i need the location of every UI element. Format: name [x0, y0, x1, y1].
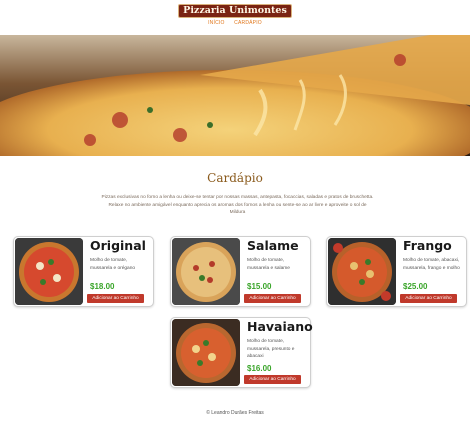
- menu-title: Cardápio: [207, 171, 263, 185]
- pizza-name: Original: [90, 238, 146, 253]
- add-to-cart-button[interactable]: Adicionar ao Carrinho: [87, 294, 144, 303]
- pizza-image: [328, 238, 396, 305]
- menu-card: Frango Molho de tomate, abacaxi, mussare…: [326, 236, 467, 307]
- nav-cardapio[interactable]: CARDÁPIO: [234, 20, 262, 26]
- menu-card: Salame Molho de tomate, mussarela e sala…: [170, 236, 311, 307]
- add-to-cart-button[interactable]: Adicionar ao Carrinho: [244, 294, 301, 303]
- hero-image: [0, 35, 470, 156]
- pizza-description: Molho de tomate, abacaxi, mussarela, fra…: [403, 258, 460, 271]
- pizza-image: [172, 319, 240, 386]
- add-to-cart-button[interactable]: Adicionar ao Carrinho: [400, 294, 457, 303]
- pizza-price: $18.00: [90, 282, 115, 291]
- pizza-name: Frango: [403, 238, 452, 253]
- menu-card: Original Molho de tomate, mussarela e or…: [13, 236, 154, 307]
- pizza-description: Molho de tomate, mussarela, presunto e a…: [247, 339, 295, 359]
- pizza-name: Havaiano: [247, 319, 313, 334]
- add-to-cart-button[interactable]: Adicionar ao Carrinho: [244, 375, 301, 384]
- nav-bar: INÍCIO CARDÁPIO: [0, 20, 470, 26]
- footer: © Leandro Durães Freitas: [206, 410, 264, 416]
- pizza-price: $16.00: [247, 364, 272, 373]
- pizza-description: Molho de tomate, mussarela e orégano: [90, 258, 136, 271]
- pizza-description: Molho de tomate, mussarela e salame: [247, 258, 290, 271]
- pizza-image: [15, 238, 83, 305]
- pizza-name: Salame: [247, 238, 299, 253]
- header: Pizzaria Unimontes: [0, 0, 470, 18]
- pizza-price: $15.00: [247, 282, 272, 291]
- logo[interactable]: Pizzaria Unimontes: [178, 4, 292, 18]
- pizza-price: $25.00: [403, 282, 428, 291]
- menu-description: Pizzas exclusivas no forno a lenha ou de…: [101, 195, 374, 215]
- pizza-image: [172, 238, 240, 305]
- menu-card: Havaiano Molho de tomate, mussarela, pre…: [170, 317, 313, 388]
- nav-inicio[interactable]: INÍCIO: [208, 20, 224, 26]
